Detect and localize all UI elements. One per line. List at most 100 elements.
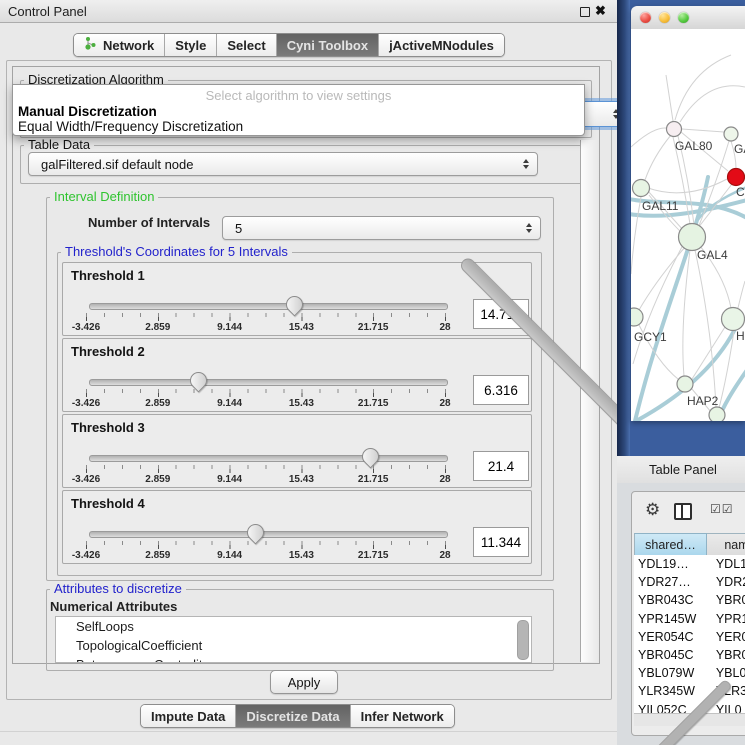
- network-edge[interactable]: [695, 250, 716, 407]
- cell-shared-name[interactable]: YER054C: [634, 630, 707, 644]
- threshold-slider[interactable]: -3.4262.8599.14415.4321.71528: [86, 447, 446, 485]
- cell-name[interactable]: YPR1: [707, 612, 745, 626]
- network-edge[interactable]: [666, 75, 673, 121]
- tab-select[interactable]: Select: [217, 34, 276, 56]
- popup-placeholder: Select algorithm to view settings: [13, 88, 584, 103]
- threshold-value-field[interactable]: 21.4: [473, 451, 529, 481]
- network-node[interactable]: [631, 308, 643, 326]
- table-data-combo[interactable]: galFiltered.sif default node: [28, 152, 538, 176]
- tick-label: -3.426: [72, 322, 100, 333]
- number-of-intervals-combo[interactable]: 5: [222, 216, 541, 240]
- close-icon[interactable]: ✖: [595, 3, 606, 19]
- close-traffic-light[interactable]: [640, 12, 651, 23]
- network-node-label: GAL11: [642, 199, 679, 213]
- cell-shared-name[interactable]: YBR045C: [634, 648, 707, 662]
- threshold-slider[interactable]: -3.4262.8599.14415.4321.71528: [86, 295, 446, 333]
- table-horizontal-scrollbar[interactable]: [634, 713, 745, 726]
- table-row[interactable]: YDR27…YDR2: [634, 573, 745, 591]
- apply-button[interactable]: Apply: [270, 670, 338, 694]
- cell-shared-name[interactable]: YDL19…: [634, 557, 707, 571]
- settings-vertical-scrollbar[interactable]: [580, 140, 599, 662]
- gear-icon[interactable]: ⚙: [645, 500, 660, 520]
- column-browser-icon[interactable]: [674, 503, 692, 520]
- network-node[interactable]: [667, 122, 682, 137]
- network-node-label: GAL80: [675, 139, 713, 153]
- zoom-traffic-light[interactable]: [678, 12, 689, 23]
- network-node[interactable]: [709, 407, 725, 421]
- tick-label: 9.144: [217, 550, 242, 561]
- threshold-slider[interactable]: -3.4262.8599.14415.4321.71528: [86, 371, 446, 409]
- minimize-traffic-light[interactable]: [659, 12, 670, 23]
- tab-discretize-data[interactable]: Discretize Data: [236, 705, 350, 727]
- slider-track[interactable]: [89, 379, 448, 386]
- cell-name[interactable]: YBL0: [707, 666, 745, 680]
- network-edge[interactable]: [683, 250, 690, 376]
- table-row[interactable]: YBR043CYBR0: [634, 591, 745, 609]
- cell-shared-name[interactable]: YDR27…: [634, 575, 707, 589]
- table-row[interactable]: YBL079WYBL0: [634, 664, 745, 682]
- network-node[interactable]: [677, 376, 693, 392]
- slider-track[interactable]: [89, 455, 448, 462]
- attributes-group-label: Attributes to discretize: [50, 582, 186, 596]
- cell-shared-name[interactable]: YLR345W: [634, 684, 707, 698]
- cell-name[interactable]: YBR0: [707, 593, 745, 607]
- table-row[interactable]: YPR145WYPR1: [634, 610, 745, 628]
- cell-name[interactable]: YDR2: [707, 575, 745, 589]
- network-node[interactable]: [633, 180, 650, 197]
- threshold-title: Threshold 3: [71, 420, 145, 435]
- number-of-intervals-value: 5: [235, 221, 242, 236]
- numerical-attributes-list[interactable]: SelfLoopsTopologicalCoefficientBetweenne…: [55, 616, 532, 663]
- cell-shared-name[interactable]: YBL079W: [634, 666, 707, 680]
- table-row[interactable]: YIL052CYIL0: [634, 701, 745, 714]
- network-node[interactable]: [722, 308, 745, 331]
- network-canvas[interactable]: GAL80GACGAL11GAL4GCY1HHAP2: [631, 29, 745, 421]
- network-node[interactable]: [679, 224, 706, 251]
- threshold-slider[interactable]: -3.4262.8599.14415.4321.71528: [86, 523, 446, 561]
- tab-jactivemnodules[interactable]: jActiveMNodules: [379, 34, 504, 56]
- tab-network[interactable]: Network: [74, 34, 165, 56]
- tab-cyni-toolbox[interactable]: Cyni Toolbox: [277, 34, 379, 56]
- table-row[interactable]: YBR045CYBR0: [634, 646, 745, 664]
- attribute-list-item[interactable]: TopologicalCoefficient: [56, 636, 531, 655]
- popup-item-manual-discretization[interactable]: Manual Discretization: [18, 104, 157, 119]
- popup-item-equal-width-frequency[interactable]: Equal Width/Frequency Discretization: [18, 119, 243, 134]
- threshold-row: Threshold 2-3.4262.8599.14415.4321.71528…: [62, 338, 532, 412]
- tick-label: -3.426: [72, 550, 100, 561]
- attributes-list-scrollbar[interactable]: [517, 620, 529, 660]
- network-edge[interactable]: [645, 135, 671, 180]
- threshold-value-field[interactable]: 11.344: [473, 527, 529, 557]
- cell-name[interactable]: YER0: [707, 630, 745, 644]
- network-edge[interactable]: [675, 55, 731, 120]
- tab-infer-network[interactable]: Infer Network: [351, 705, 454, 727]
- cell-shared-name[interactable]: YBR043C: [634, 593, 707, 607]
- network-node[interactable]: [728, 169, 745, 186]
- network-edge[interactable]: [631, 197, 641, 274]
- attribute-list-item[interactable]: SelfLoops: [56, 617, 531, 636]
- network-node-label: GA: [734, 142, 745, 156]
- column-header-name[interactable]: name: [707, 533, 745, 557]
- network-window-titlebar: [631, 6, 745, 30]
- cell-name[interactable]: YDL1: [707, 557, 745, 571]
- tab-impute-data[interactable]: Impute Data: [141, 705, 236, 727]
- network-node[interactable]: [724, 127, 738, 141]
- cell-name[interactable]: YBR0: [707, 648, 745, 662]
- tab-style[interactable]: Style: [165, 34, 217, 56]
- network-edge[interactable]: [631, 128, 666, 147]
- column-header-shared-name[interactable]: shared…: [634, 533, 707, 557]
- slider-track[interactable]: [89, 303, 448, 310]
- network-edge[interactable]: [738, 281, 745, 308]
- table-row[interactable]: YDL19…YDL1: [634, 555, 745, 573]
- network-edge[interactable]: [680, 86, 745, 122]
- tick-label: 2.859: [145, 550, 170, 561]
- show-columns-checkboxes-icon[interactable]: ☑☑: [710, 502, 734, 516]
- threshold-value-field[interactable]: 6.316: [473, 375, 529, 405]
- float-window-icon[interactable]: [580, 7, 590, 17]
- top-tab-bar: Network Style Select Cyni Toolbox jActiv…: [73, 33, 505, 57]
- table-row[interactable]: YER054CYER0: [634, 628, 745, 646]
- network-edge[interactable]: [682, 129, 724, 132]
- node-table: ⚙ ☑☑ shared… name YDL19…YDL1YDR27…YDR2YB…: [631, 491, 745, 736]
- attribute-list-item[interactable]: BetweennessCentrality: [56, 655, 531, 663]
- network-edge[interactable]: [633, 243, 684, 364]
- cell-shared-name[interactable]: YPR145W: [634, 612, 707, 626]
- slider-track[interactable]: [89, 531, 448, 538]
